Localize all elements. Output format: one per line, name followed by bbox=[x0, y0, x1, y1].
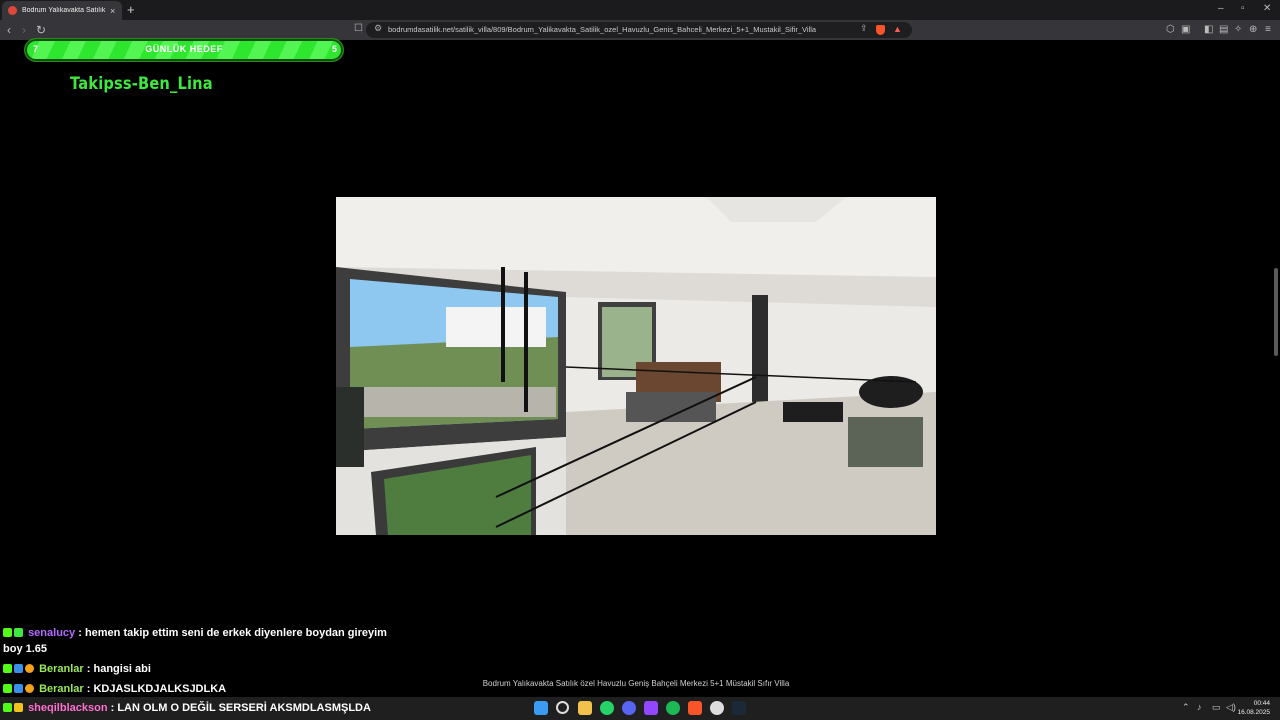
share-icon[interactable]: ⇪ bbox=[860, 23, 868, 34]
discord-icon[interactable] bbox=[622, 701, 636, 715]
site-favicon-icon bbox=[8, 6, 17, 15]
kick-badge-icon bbox=[3, 684, 12, 693]
spotify-icon[interactable] bbox=[666, 701, 680, 715]
chat-username[interactable]: Beranlar bbox=[39, 683, 84, 695]
browser-toolbar: ‹ › ↻ ☐ ⚙ bodrumdasatilik.net/satilik_vi… bbox=[0, 20, 1280, 40]
chat-message-continued: boy 1.65 bbox=[3, 643, 48, 655]
chat-separator: : bbox=[75, 627, 85, 639]
file-explorer-icon[interactable] bbox=[578, 701, 592, 715]
verified-badge-icon bbox=[14, 664, 23, 673]
address-bar[interactable]: ⚙ bodrumdasatilik.net/satilik_villa/809/… bbox=[366, 22, 912, 38]
reload-icon[interactable]: ↻ bbox=[36, 22, 46, 38]
microphone-icon[interactable]: ♪ bbox=[1197, 702, 1202, 712]
chat-message: sheqilblackson : LAN OLM O DEĞİL SERSERİ… bbox=[3, 702, 371, 714]
chat-text: KDJASLKDJALKSJDLKA bbox=[93, 683, 227, 695]
chat-message: Beranlar : KDJASLKDJALKSJDLKA bbox=[3, 683, 226, 695]
chat-username[interactable]: Beranlar bbox=[39, 663, 84, 675]
kick-badge-icon bbox=[3, 664, 12, 673]
extensions-icon[interactable]: ⬡ bbox=[1166, 23, 1175, 37]
clock-time: 00:44 bbox=[1253, 700, 1270, 707]
brave-browser-icon[interactable] bbox=[688, 701, 702, 715]
menu-icon[interactable]: ≡ bbox=[1265, 23, 1271, 37]
villa-interior-image bbox=[336, 197, 936, 535]
network-icon[interactable]: ▭ bbox=[1212, 702, 1221, 713]
tab-title: Bodrum Yalıkavakta Satılık özel Havuzlu bbox=[22, 7, 106, 14]
vpn-icon[interactable]: ⊕ bbox=[1249, 23, 1257, 37]
steam-icon[interactable] bbox=[732, 701, 746, 715]
tray-chevron-icon[interactable]: ⌃ bbox=[1182, 702, 1190, 713]
new-tab-button[interactable]: + bbox=[127, 2, 135, 18]
chat-text: hemen takip ettim seni de erkek diyenler… bbox=[84, 627, 387, 639]
listing-photo[interactable] bbox=[336, 197, 936, 535]
volume-icon[interactable]: ◁) bbox=[1226, 702, 1236, 713]
chat-username[interactable]: senalucy bbox=[28, 627, 75, 639]
wallet-icon[interactable]: ▣ bbox=[1181, 23, 1190, 37]
subscriber-badge-icon bbox=[14, 628, 23, 637]
leo-ai-icon[interactable]: ✧ bbox=[1234, 23, 1242, 37]
chat-text: hangisi abi bbox=[93, 663, 151, 675]
chat-message: Beranlar : hangisi abi bbox=[3, 663, 151, 675]
chat-message: senalucy : hemen takip ettim seni de erk… bbox=[3, 627, 387, 639]
brave-shields-icon[interactable] bbox=[876, 25, 885, 35]
kick-badge-icon bbox=[3, 703, 12, 712]
tab-close-icon[interactable]: × bbox=[110, 6, 115, 16]
kick-badge-icon bbox=[3, 628, 12, 637]
goal-target: 5 bbox=[331, 44, 337, 54]
follower-name: Takipss-Ben_Lina bbox=[70, 74, 213, 94]
whatsapp-icon[interactable] bbox=[600, 701, 614, 715]
brave-rewards-icon[interactable]: ▲ bbox=[893, 24, 902, 34]
chat-username[interactable]: sheqilblackson bbox=[28, 702, 107, 714]
site-info-icon[interactable]: ⚙ bbox=[374, 23, 382, 34]
bookmark-icon[interactable]: ☐ bbox=[354, 23, 363, 34]
windows-taskbar: sheqilblackson : LAN OLM O DEĞİL SERSERİ… bbox=[0, 697, 1280, 720]
minimize-icon[interactable]: – bbox=[1218, 3, 1224, 15]
goal-label: GÜNLÜK HEDEF bbox=[145, 44, 223, 54]
clock-date: 16.08.2025 bbox=[1237, 709, 1270, 716]
crown-badge-icon bbox=[14, 703, 23, 712]
tab-active[interactable]: Bodrum Yalıkavakta Satılık özel Havuzlu … bbox=[2, 1, 122, 20]
back-icon[interactable]: ‹ bbox=[7, 22, 11, 38]
gift-badge-icon bbox=[25, 664, 34, 673]
url-text[interactable]: bodrumdasatilik.net/satilik_villa/809/Bo… bbox=[388, 25, 848, 34]
maximize-icon[interactable]: ▫ bbox=[1241, 3, 1245, 15]
search-icon[interactable] bbox=[556, 701, 569, 714]
obs-icon[interactable] bbox=[710, 701, 724, 715]
chat-text: LAN OLM O DEĞİL SERSERİ AKSMDLASMŞLDA bbox=[117, 702, 371, 714]
close-window-icon[interactable]: ✕ bbox=[1263, 3, 1271, 15]
messenger-icon[interactable] bbox=[644, 701, 658, 715]
forward-icon[interactable]: › bbox=[22, 22, 26, 38]
taskbar-clock[interactable]: 00:44 16.08.2025 bbox=[1237, 699, 1270, 717]
start-icon[interactable] bbox=[534, 701, 548, 715]
sidebar-icon[interactable]: ◧ bbox=[1204, 23, 1213, 37]
daily-goal-bar: 7 GÜNLÜK HEDEF 5 bbox=[24, 38, 344, 62]
chat-separator: : bbox=[107, 702, 118, 714]
tab-strip: Bodrum Yalıkavakta Satılık özel Havuzlu … bbox=[0, 0, 1280, 20]
gift-badge-icon bbox=[25, 684, 34, 693]
page-scrollbar[interactable] bbox=[1274, 268, 1278, 356]
verified-badge-icon bbox=[14, 684, 23, 693]
tab-manager-icon[interactable]: ▤ bbox=[1219, 23, 1228, 37]
